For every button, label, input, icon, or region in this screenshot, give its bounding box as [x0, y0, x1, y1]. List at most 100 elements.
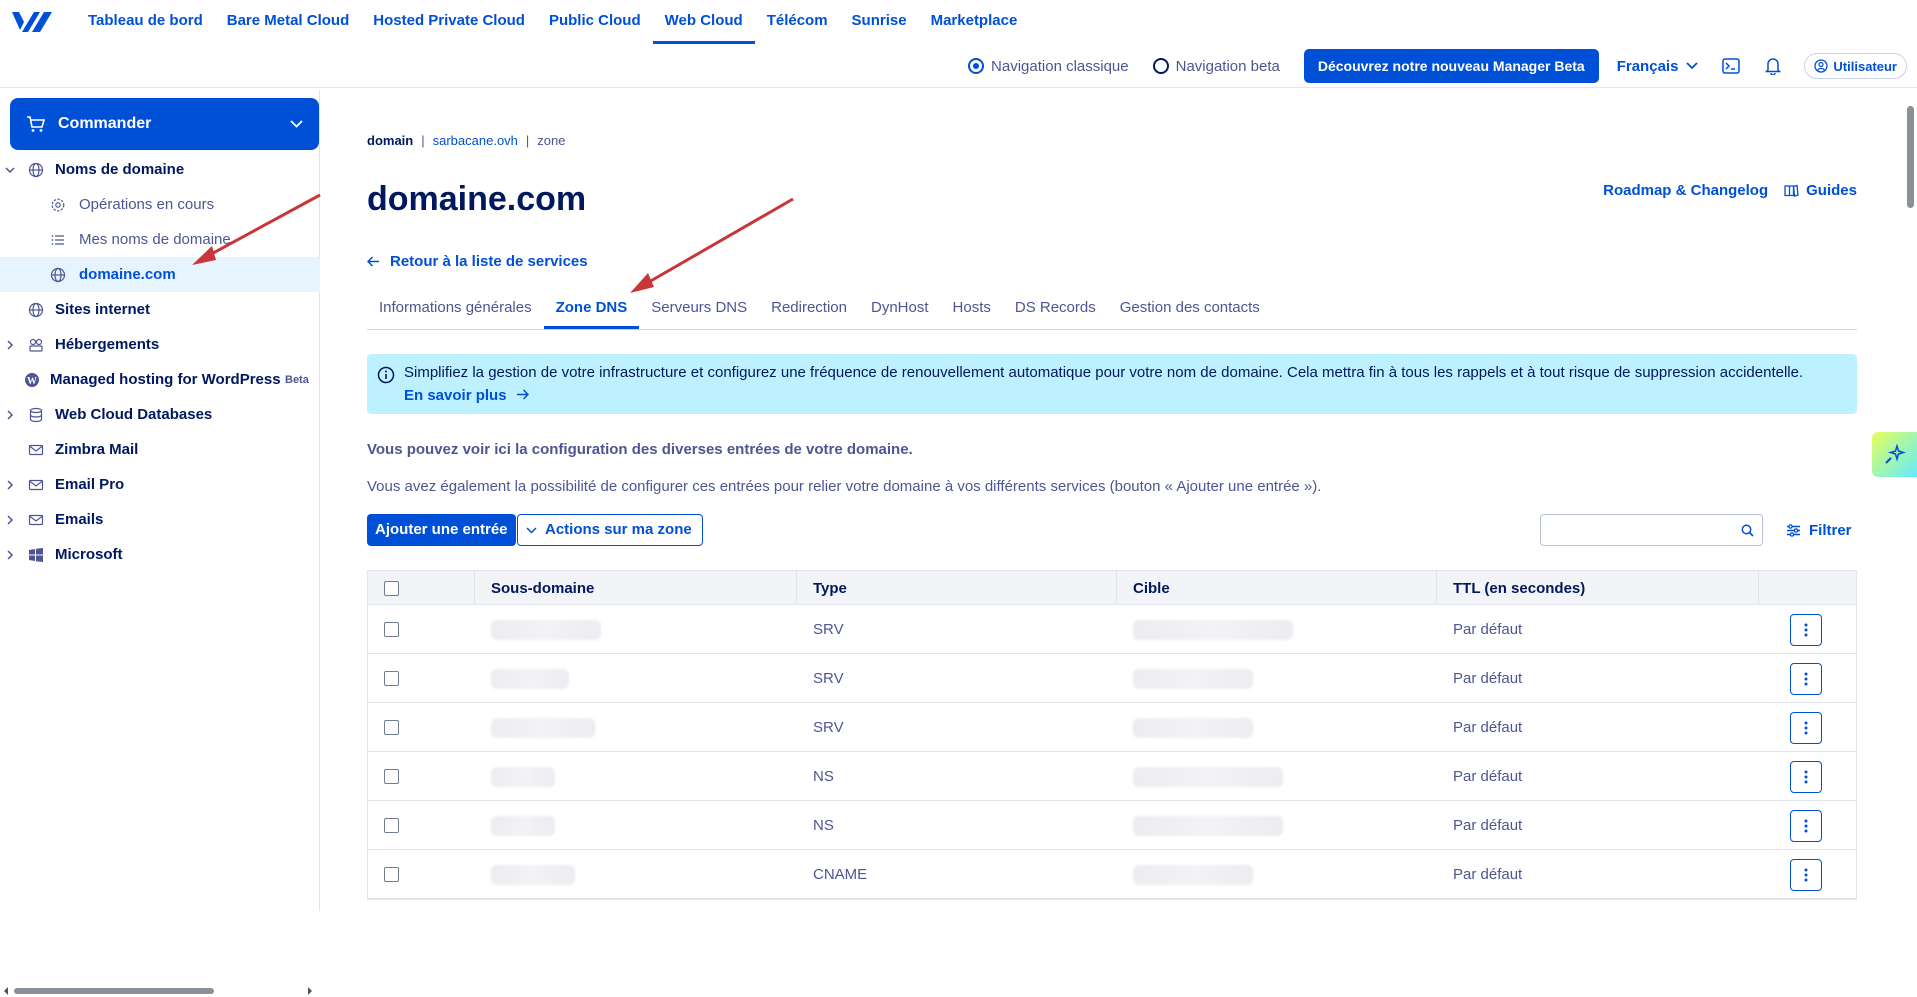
sidebar-item-email-pro[interactable]: Email Pro — [0, 467, 320, 502]
universe-telecom[interactable]: Télécom — [755, 0, 840, 44]
breadcrumb-separator: | — [525, 133, 530, 148]
row-checkbox[interactable] — [384, 720, 399, 735]
record-type: NS — [813, 768, 834, 785]
redacted-subdomain — [491, 864, 575, 885]
scrollbar-thumb[interactable] — [14, 988, 214, 994]
tab-serveurs-dns[interactable]: Serveurs DNS — [639, 286, 759, 329]
terminal-icon[interactable] — [1720, 55, 1742, 77]
redacted-target — [1133, 864, 1253, 885]
row-actions-button[interactable] — [1790, 711, 1822, 744]
database-icon — [29, 407, 43, 422]
gear-icon — [51, 198, 65, 211]
column-header-subdomain[interactable]: Sous-domaine — [475, 571, 797, 605]
globe-icon — [28, 162, 44, 177]
learn-more-link[interactable]: En savoir plus — [404, 387, 529, 404]
page-vertical-scrollbar[interactable] — [1905, 96, 1917, 911]
search-input[interactable] — [1540, 514, 1763, 546]
chevron-right-icon — [7, 514, 14, 525]
chevron-down-icon — [290, 120, 303, 128]
tab-hosts[interactable]: Hosts — [941, 286, 1003, 329]
sidebar-item-hebergements[interactable]: Hébergements — [0, 327, 320, 362]
chevron-down-icon — [526, 526, 537, 534]
more-vertical-icon — [1804, 721, 1808, 734]
tab-gestion-contacts[interactable]: Gestion des contacts — [1108, 286, 1272, 329]
record-ttl: Par défaut — [1453, 621, 1523, 638]
language-selector[interactable]: Français — [1617, 58, 1699, 75]
windows-icon — [29, 547, 43, 562]
add-entry-button[interactable]: Ajouter une entrée — [367, 514, 516, 546]
universe-bare-metal[interactable]: Bare Metal Cloud — [215, 0, 362, 44]
row-checkbox[interactable] — [384, 867, 399, 882]
info-alert: Simplifiez la gestion de votre infrastru… — [367, 354, 1857, 414]
page-title: domaine.com — [367, 180, 587, 218]
nav-classic-radio[interactable]: Navigation classique — [968, 58, 1129, 75]
column-header-target[interactable]: Cible — [1117, 571, 1437, 605]
universe-dashboard[interactable]: Tableau de bord — [76, 0, 215, 44]
sidebar-item-mes-noms-de-domaine[interactable]: Mes noms de domaine — [0, 222, 320, 257]
row-actions-button[interactable] — [1790, 809, 1822, 842]
breadcrumb-item[interactable]: sarbacane.ovh — [433, 133, 518, 148]
scrollbar-thumb[interactable] — [1907, 106, 1914, 208]
tab-informations-generales[interactable]: Informations générales — [367, 286, 544, 329]
sidebar-item-label: Sites internet — [55, 301, 151, 318]
ovh-logo-icon[interactable] — [10, 8, 54, 36]
roadmap-link[interactable]: Roadmap & Changelog — [1603, 182, 1768, 199]
row-actions-button[interactable] — [1790, 760, 1822, 793]
guides-link[interactable]: Guides — [1784, 182, 1857, 199]
sidebar-item-label: Email Pro — [55, 476, 125, 493]
breadcrumb-item[interactable]: domain — [367, 133, 413, 148]
zone-actions-button[interactable]: Actions sur ma zone — [517, 514, 703, 546]
record-type: SRV — [813, 719, 844, 736]
row-checkbox[interactable] — [384, 622, 399, 637]
row-checkbox[interactable] — [384, 671, 399, 686]
arrow-left-icon — [367, 256, 379, 267]
sidebar-item-emails[interactable]: Emails — [0, 502, 320, 537]
alert-text: Simplifiez la gestion de votre infrastru… — [404, 364, 1804, 381]
sidebar-item-operations[interactable]: Opérations en cours — [0, 187, 320, 222]
scroll-right-icon[interactable] — [306, 986, 314, 996]
row-checkbox[interactable] — [384, 769, 399, 784]
tab-dynhost[interactable]: DynHost — [859, 286, 941, 329]
sidebar-item-noms-de-domaine[interactable]: Noms de domaine — [0, 152, 320, 187]
row-checkbox[interactable] — [384, 818, 399, 833]
filter-button[interactable]: Filtrer — [1786, 514, 1852, 546]
nav-beta-radio[interactable]: Navigation beta — [1152, 58, 1280, 75]
universe-marketplace[interactable]: Marketplace — [919, 0, 1030, 44]
sidebar-item-domaine-com[interactable]: domaine.com — [0, 257, 320, 292]
order-button[interactable]: Commander — [10, 98, 319, 150]
info-icon — [377, 366, 395, 384]
user-menu-button[interactable]: Utilisateur — [1804, 53, 1907, 79]
sidebar-item-managed-wordpress[interactable]: W Managed hosting for WordPress Beta — [0, 362, 320, 397]
beta-manager-button[interactable]: Découvrez notre nouveau Manager Beta — [1303, 49, 1599, 83]
radio-empty-icon — [1152, 58, 1169, 74]
universe-web-cloud[interactable]: Web Cloud — [652, 0, 755, 44]
row-actions-button[interactable] — [1790, 662, 1822, 695]
column-header-ttl[interactable]: TTL (en secondes) — [1437, 571, 1759, 605]
zone-actions-label: Actions sur ma zone — [545, 521, 692, 538]
tab-ds-records[interactable]: DS Records — [1003, 286, 1108, 329]
search-icon[interactable] — [1741, 524, 1754, 537]
select-all-checkbox[interactable] — [384, 580, 399, 596]
bell-icon[interactable] — [1762, 55, 1784, 77]
redacted-subdomain — [491, 619, 601, 640]
sidebar-item-web-cloud-databases[interactable]: Web Cloud Databases — [0, 397, 320, 432]
back-link[interactable]: Retour à la liste de services — [367, 253, 588, 270]
redacted-target — [1133, 815, 1283, 836]
sidebar-item-sites-internet[interactable]: Sites internet — [0, 292, 320, 327]
sidebar-menu: Noms de domaine Opérations en cours Mes … — [0, 152, 320, 572]
scroll-left-icon[interactable] — [2, 986, 10, 996]
sidebar-item-microsoft[interactable]: Microsoft — [0, 537, 320, 572]
universe-sunrise[interactable]: Sunrise — [840, 0, 919, 44]
column-header-type[interactable]: Type — [797, 571, 1117, 605]
sidebar-item-zimbra-mail[interactable]: Zimbra Mail — [0, 432, 320, 467]
sidebar-horizontal-scrollbar[interactable] — [0, 983, 318, 997]
order-label: Commander — [58, 115, 152, 132]
universe-public-cloud[interactable]: Public Cloud — [537, 0, 653, 44]
filter-label: Filtrer — [1809, 521, 1852, 539]
assistant-sparkle-button[interactable] — [1872, 432, 1917, 477]
row-actions-button[interactable] — [1790, 613, 1822, 646]
row-actions-button[interactable] — [1790, 858, 1822, 891]
universe-hosted-private-cloud[interactable]: Hosted Private Cloud — [361, 0, 537, 44]
tab-zone-dns[interactable]: Zone DNS — [543, 286, 640, 329]
tab-redirection[interactable]: Redirection — [759, 286, 859, 329]
